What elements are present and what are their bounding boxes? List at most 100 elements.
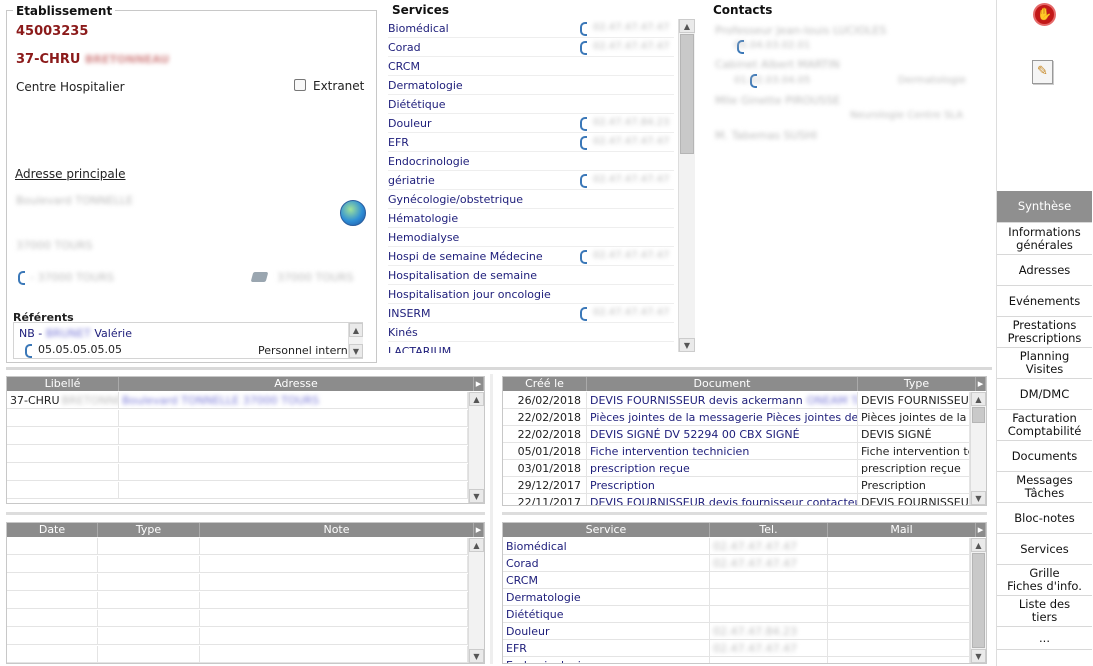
sidebar-item-liste-des-tiers[interactable]: Liste des tiers xyxy=(997,596,1092,627)
scroll-thumb[interactable] xyxy=(680,34,694,154)
table-row[interactable]: Endocrinologie xyxy=(503,657,970,663)
service-item[interactable]: EFR 02.47.47.47.47 xyxy=(388,133,674,152)
events-grid-scrollbar[interactable]: ▲ ▼ xyxy=(970,392,986,505)
col-document[interactable]: Document xyxy=(587,377,858,391)
sidebar-item-documents[interactable]: Documents xyxy=(997,441,1092,472)
col-service[interactable]: Service xyxy=(503,523,710,537)
scroll-up-icon[interactable]: ▲ xyxy=(971,538,986,552)
sidebar-item-prestations-prescriptions[interactable]: Prestations Prescriptions xyxy=(997,317,1092,348)
sidebar-item-messages-t-ches[interactable]: Messages Tâches xyxy=(997,472,1092,503)
referents-scrollbar[interactable]: ▲ ▼ xyxy=(348,323,363,358)
service-item[interactable]: Hospi de semaine Médecine 02.47.47.47.47 xyxy=(388,247,674,266)
scroll-up-icon[interactable]: ▲ xyxy=(469,538,484,552)
col-mail[interactable]: Mail xyxy=(828,523,976,537)
table-row[interactable] xyxy=(7,428,468,445)
service-item[interactable]: Gynécologie/obstetrique xyxy=(388,190,674,209)
sidebar-item-informations-g-n-rales[interactable]: Informations générales xyxy=(997,223,1092,255)
table-row[interactable] xyxy=(7,628,468,645)
table-row[interactable]: 22/11/2017 DEVIS FOURNISSEUR devis fourni… xyxy=(503,494,970,505)
sidebar-item-planning-visites[interactable]: Planning Visites xyxy=(997,348,1092,379)
contact-2-name[interactable]: Cabinet Albert MARTIN xyxy=(715,58,840,71)
globe-icon[interactable] xyxy=(340,200,366,226)
scroll-down-icon[interactable]: ▼ xyxy=(349,344,363,358)
service-item[interactable]: Kinés xyxy=(388,323,674,342)
service-item[interactable]: Endocrinologie xyxy=(388,152,674,171)
service-item[interactable]: INSERM 02.47.47.47.47 xyxy=(388,304,674,323)
scroll-thumb[interactable] xyxy=(972,407,985,423)
service-item[interactable]: Douleur 02.47.47.84.23 xyxy=(388,114,674,133)
service-item[interactable]: Diététique xyxy=(388,95,674,114)
scroll-down-icon[interactable]: ▼ xyxy=(971,649,986,663)
scroll-up-icon[interactable]: ▲ xyxy=(469,392,484,406)
vertical-splitter[interactable] xyxy=(490,374,493,664)
header-arrow-icon[interactable]: ▸ xyxy=(474,377,484,391)
service-item[interactable]: Hospitalisation jour oncologie xyxy=(388,285,674,304)
table-row[interactable]: 22/02/2018 Pièces jointes de la messageri… xyxy=(503,409,970,426)
service-item[interactable]: LACTARIUM xyxy=(388,342,674,353)
table-row[interactable]: 37-CHRUBRETONNEAUBoulevard TONNELLE 3700… xyxy=(7,392,468,409)
col-cree-le[interactable]: Créé le xyxy=(503,377,587,391)
table-row[interactable]: 26/02/2018 DEVIS FOURNISSEUR devis ackerm… xyxy=(503,392,970,409)
table-row[interactable] xyxy=(7,646,468,663)
service-item[interactable]: gériatrie 02.47.47.47.47 xyxy=(388,171,674,190)
col-note[interactable]: Note xyxy=(200,523,474,537)
sidebar-item-grille-fiches-d-info[interactable]: Grille Fiches d'info. xyxy=(997,565,1092,596)
table-row[interactable]: 05/01/2018 Fiche intervention technicien F… xyxy=(503,443,970,460)
table-row[interactable]: Douleur 02.47.47.84.23 xyxy=(503,623,970,640)
scroll-down-icon[interactable]: ▼ xyxy=(679,338,695,352)
col-tel[interactable]: Tel. xyxy=(710,523,828,537)
address-grid-scrollbar[interactable]: ▲ ▼ xyxy=(468,392,484,503)
contact-1-name[interactable]: Professeur Jean-louis LUCIOLES xyxy=(715,24,886,37)
scroll-down-icon[interactable]: ▼ xyxy=(469,489,484,503)
service-item[interactable]: Hématologie xyxy=(388,209,674,228)
table-row[interactable] xyxy=(7,464,468,481)
referent-item[interactable]: NB - BRUNET Valérie xyxy=(19,327,132,340)
contact-4-name[interactable]: M. Tabemas SUSHI xyxy=(715,129,817,142)
horizontal-splitter-left[interactable] xyxy=(6,512,485,515)
col-date[interactable]: Date xyxy=(7,523,98,537)
col-adresse[interactable]: Adresse xyxy=(119,377,474,391)
services-scrollbar[interactable]: ▲ ▼ xyxy=(678,19,695,352)
table-row[interactable]: CRCM xyxy=(503,572,970,589)
horizontal-splitter[interactable] xyxy=(6,367,992,370)
sidebar-item-more[interactable]: ... xyxy=(997,627,1092,650)
scroll-thumb[interactable] xyxy=(972,553,985,648)
table-row[interactable]: Dermatologie xyxy=(503,589,970,606)
service-item[interactable]: Dermatologie xyxy=(388,76,674,95)
service-item[interactable]: CRCM xyxy=(388,57,674,76)
adresse-principale-link[interactable]: Adresse principale xyxy=(15,167,125,181)
sidebar-item-dm-dmc[interactable]: DM/DMC xyxy=(997,379,1092,410)
table-row[interactable]: 03/01/2018 prescription reçue prescription… xyxy=(503,460,970,477)
scroll-up-icon[interactable]: ▲ xyxy=(679,19,695,33)
sidebar-item-services[interactable]: Services xyxy=(997,534,1092,565)
header-arrow-icon[interactable]: ▸ xyxy=(976,377,986,391)
notepad-icon[interactable]: ✎ xyxy=(1032,60,1053,84)
service-item[interactable]: Corad 02.47.47.47.47 xyxy=(388,38,674,57)
table-row[interactable] xyxy=(7,556,468,573)
table-row[interactable] xyxy=(7,482,468,499)
services-grid-scrollbar[interactable]: ▲ ▼ xyxy=(970,538,986,663)
scroll-down-icon[interactable]: ▼ xyxy=(971,491,986,505)
sidebar-item-adresses[interactable]: Adresses xyxy=(997,255,1092,286)
table-row[interactable]: Corad 02.47.47.47.47 xyxy=(503,555,970,572)
table-row[interactable]: EFR 02.47.47.47.47 xyxy=(503,640,970,657)
notes-grid-scrollbar[interactable]: ▲ ▼ xyxy=(468,538,484,663)
col-type[interactable]: Type xyxy=(98,523,200,537)
table-row[interactable] xyxy=(7,446,468,463)
header-arrow-icon[interactable]: ▸ xyxy=(474,523,484,537)
col-type[interactable]: Type xyxy=(858,377,976,391)
table-row[interactable] xyxy=(7,574,468,591)
table-row[interactable] xyxy=(7,410,468,427)
table-row[interactable] xyxy=(7,592,468,609)
sidebar-item-synth-se[interactable]: Synthèse xyxy=(997,191,1092,223)
scroll-up-icon[interactable]: ▲ xyxy=(349,323,363,337)
stop-hand-icon[interactable]: ✋ xyxy=(1033,3,1056,26)
sidebar-item-facturation-comptabilit[interactable]: Facturation Comptabilité xyxy=(997,410,1092,441)
table-row[interactable]: 22/02/2018 DEVIS SIGNÉ DV 52294 00 CBX SI… xyxy=(503,426,970,443)
service-item[interactable]: Biomédical 02.47.47.47.47 xyxy=(388,19,674,38)
header-arrow-icon[interactable]: ▸ xyxy=(976,523,986,537)
service-item[interactable]: Hemodialyse xyxy=(388,228,674,247)
service-item[interactable]: Hospitalisation de semaine xyxy=(388,266,674,285)
scroll-down-icon[interactable]: ▼ xyxy=(469,649,484,663)
table-row[interactable]: 29/12/2017 Prescription Prescription xyxy=(503,477,970,494)
